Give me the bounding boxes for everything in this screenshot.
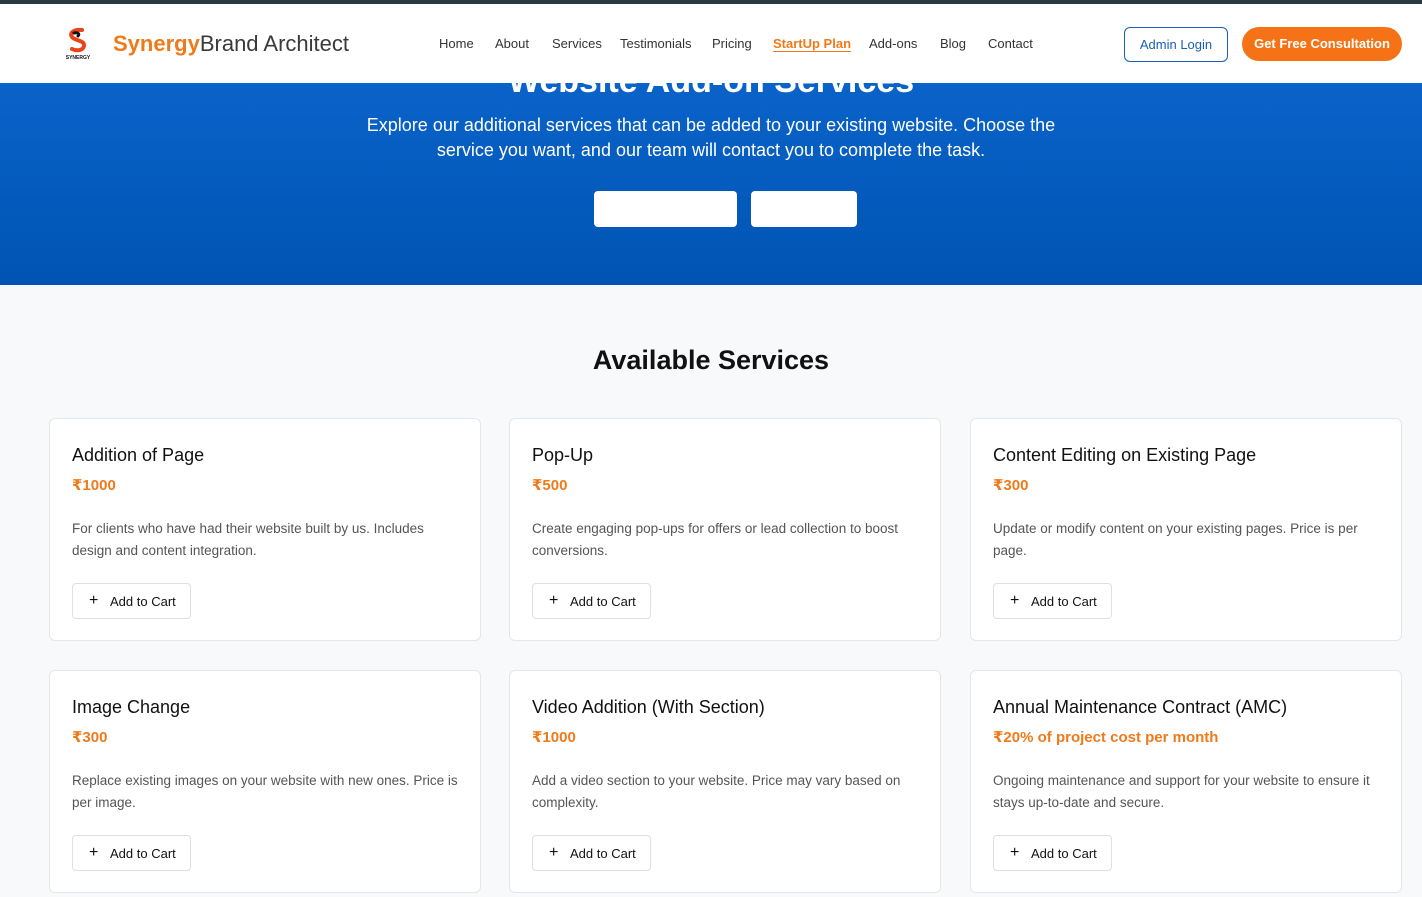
brand-name-part1: Synergy	[113, 31, 200, 56]
service-title: Addition of Page	[72, 445, 205, 465]
add-to-cart-button[interactable]: + Add to Cart	[532, 835, 651, 871]
service-title: Annual Maintenance Contract (AMC)	[993, 697, 1288, 717]
plus-icon: +	[89, 844, 99, 861]
add-to-cart-button[interactable]: + Add to Cart	[993, 583, 1112, 619]
logo-caption: SYNERGY	[66, 55, 91, 61]
service-title: Content Editing on Existing Page	[993, 445, 1257, 465]
service-description: For clients who have had their website b…	[72, 521, 424, 558]
nav-about[interactable]: About	[495, 36, 529, 52]
nav-add-ons[interactable]: Add-ons	[869, 36, 917, 52]
nav-services[interactable]: Services	[552, 36, 602, 52]
synergy-logo-icon[interactable]: SYNERGY	[58, 24, 98, 64]
service-card: Annual Maintenance Contract (AMC) ₹20% o…	[970, 670, 1402, 893]
add-to-cart-button[interactable]: + Add to Cart	[532, 583, 651, 619]
add-to-cart-label: Add to Cart	[110, 594, 176, 609]
add-to-cart-button[interactable]: + Add to Cart	[72, 583, 191, 619]
nav-home[interactable]: Home	[439, 36, 474, 52]
service-title: Video Addition (With Section)	[532, 697, 765, 717]
site-header: SYNERGY SynergyBrand Architect Home Abou…	[0, 4, 1422, 83]
service-price: ₹300	[993, 477, 1029, 494]
service-title: Image Change	[72, 697, 191, 717]
admin-login-button[interactable]: Admin Login	[1124, 27, 1228, 62]
plus-icon: +	[1010, 592, 1020, 609]
hero-banner: Website Add-on Services Explore our addi…	[0, 83, 1422, 285]
service-description: Replace existing images on your website …	[72, 773, 458, 810]
service-description: Add a video section to your website. Pri…	[532, 773, 901, 810]
brand-name[interactable]: SynergyBrand Architect	[113, 30, 349, 58]
section-title: Available Services	[592, 345, 830, 375]
add-to-cart-label: Add to Cart	[1031, 594, 1097, 609]
plus-icon: +	[1010, 844, 1020, 861]
nav-startup-plan[interactable]: StartUp Plan	[773, 36, 851, 52]
service-price: ₹300	[72, 729, 108, 746]
service-description: Ongoing maintenance and support for your…	[993, 773, 1370, 810]
brand-name-part2: Brand Architect	[199, 31, 350, 56]
service-card: Addition of Page ₹1000 For clients who h…	[49, 418, 481, 641]
consultation-button[interactable]: Get Free Consultation	[1242, 27, 1402, 61]
plus-icon: +	[549, 592, 559, 609]
nav-contact[interactable]: Contact	[988, 36, 1033, 52]
plus-icon: +	[89, 592, 99, 609]
add-to-cart-button[interactable]: + Add to Cart	[993, 835, 1112, 871]
service-price: ₹1000	[532, 729, 576, 746]
service-price: ₹1000	[72, 477, 116, 494]
add-to-cart-label: Add to Cart	[570, 846, 636, 861]
hero-secondary-button[interactable]	[751, 191, 857, 227]
service-description: Create engaging pop-ups for offers or le…	[532, 521, 898, 558]
add-to-cart-button[interactable]: + Add to Cart	[72, 835, 191, 871]
plus-icon: +	[549, 844, 559, 861]
add-to-cart-label: Add to Cart	[1031, 846, 1097, 861]
service-card: Video Addition (With Section) ₹1000 Add …	[509, 670, 941, 893]
add-to-cart-label: Add to Cart	[110, 846, 176, 861]
hero-subtitle: Explore our additional services that can…	[366, 115, 1056, 160]
service-title: Pop-Up	[532, 445, 594, 465]
nav-blog[interactable]: Blog	[940, 36, 966, 52]
service-card: Pop-Up ₹500 Create engaging pop-ups for …	[509, 418, 941, 641]
hero-title: Website Add-on Services	[0, 83, 1422, 101]
nav-testimonials[interactable]: Testimonials	[620, 36, 692, 52]
add-to-cart-label: Add to Cart	[570, 594, 636, 609]
service-price: ₹500	[532, 477, 568, 494]
service-card: Image Change ₹300 Replace existing image…	[49, 670, 481, 893]
service-price: ₹20% of project cost per month	[993, 729, 1219, 746]
hero-primary-button[interactable]	[594, 191, 737, 227]
service-description: Update or modify content on your existin…	[993, 521, 1358, 558]
service-card: Content Editing on Existing Page ₹300 Up…	[970, 418, 1402, 641]
nav-pricing[interactable]: Pricing	[712, 36, 752, 52]
